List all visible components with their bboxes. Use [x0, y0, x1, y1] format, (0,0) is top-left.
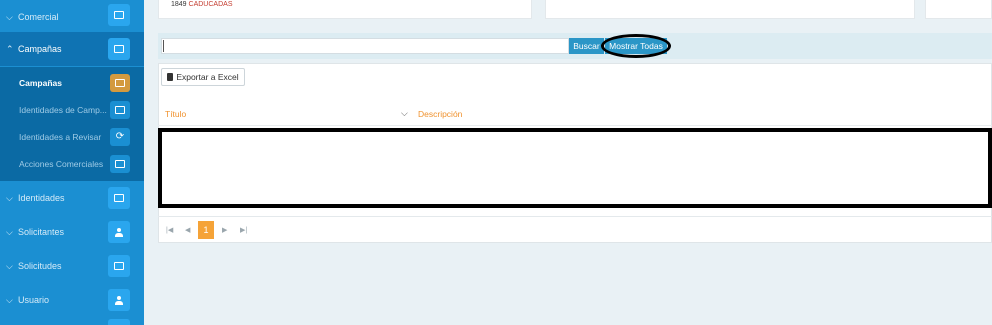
column-header-descripcion[interactable]: Descripción	[418, 109, 462, 119]
pager-divider	[158, 216, 992, 217]
chevron-down-icon: ⌵	[6, 260, 13, 271]
file-excel-icon	[167, 73, 174, 81]
sidebar-item-identidades[interactable]: ⌵ Identidades	[0, 181, 144, 215]
summary-card: 1849 CADUCADAS	[158, 0, 532, 19]
sidebar-item-usuario[interactable]: ⌵ Usuario	[0, 283, 144, 317]
sidebar-item-solicitantes[interactable]: ⌵ Solicitantes	[0, 215, 144, 249]
id-card-icon	[110, 154, 130, 173]
export-excel-button[interactable]: Exportar a Excel	[161, 68, 245, 86]
sidebar-subitem-acciones-comerciales[interactable]: Acciones Comerciales	[0, 150, 144, 177]
sidebar-item-comercial[interactable]: ⌵ Comercial	[0, 0, 144, 34]
chevron-down-icon: ⌵	[6, 192, 13, 203]
header-divider	[158, 125, 992, 126]
chevron-down-icon[interactable]: ⌵	[401, 108, 408, 119]
summary-card	[545, 0, 915, 19]
last-page-icon[interactable]: ▶|	[240, 226, 247, 234]
sidebar-item-solicitudes[interactable]: ⌵ Solicitudes	[0, 249, 144, 283]
export-excel-label: Exportar a Excel	[176, 72, 239, 82]
ticket-icon	[108, 255, 130, 277]
sidebar-subitem-campanas[interactable]: Campañas	[0, 69, 144, 96]
summary-card	[925, 0, 992, 19]
search-input[interactable]	[161, 38, 569, 54]
sidebar-item-partial	[0, 317, 144, 325]
megaphone-icon	[108, 38, 130, 60]
id-card-icon	[108, 187, 130, 209]
chevron-down-icon: ⌵	[6, 11, 13, 22]
buscar-button[interactable]: Buscar	[569, 38, 604, 54]
grid-body-empty	[158, 128, 992, 208]
next-page-icon[interactable]: ▶	[222, 226, 227, 234]
user-icon	[108, 289, 130, 311]
first-page-icon[interactable]: |◀	[166, 226, 173, 234]
users-icon	[108, 221, 130, 243]
briefcase-icon	[108, 4, 130, 26]
refresh-icon: ⟳	[110, 127, 130, 146]
prev-page-icon[interactable]: ◀	[185, 226, 190, 234]
highlight-annotation	[601, 34, 671, 58]
sidebar-subitem-identidades-campana[interactable]: Identidades de Camp...	[0, 96, 144, 123]
sidebar-subitem-label: Identidades de Camp...	[19, 104, 107, 115]
summary-status: CADUCADAS	[188, 1, 233, 8]
sidebar: ⌵ Comercial ⌃ Campañas Campañas Identida…	[0, 0, 144, 325]
menu-icon	[108, 319, 130, 325]
card-icon	[110, 73, 130, 92]
id-card-icon	[110, 100, 130, 119]
chevron-down-icon: ⌵	[6, 294, 13, 305]
chevron-down-icon: ⌵	[6, 226, 13, 237]
sidebar-submenu: Campañas Identidades de Camp... Identida…	[0, 67, 144, 181]
text-caret	[163, 40, 164, 52]
summary-card-text: 1849 CADUCADAS	[171, 1, 232, 8]
sidebar-subitem-identidades-revisar[interactable]: Identidades a Revisar ⟳	[0, 123, 144, 150]
column-header-titulo[interactable]: Título	[165, 109, 186, 119]
summary-count: 1849	[171, 1, 187, 8]
sidebar-subitem-label: Campañas	[19, 77, 62, 88]
page-current[interactable]: 1	[198, 221, 214, 239]
sidebar-subitem-label: Acciones Comerciales	[19, 158, 104, 169]
chevron-up-icon: ⌃	[6, 43, 14, 54]
sidebar-subitem-label: Identidades a Revisar	[19, 131, 102, 142]
pager: |◀ ◀ 1 ▶ ▶|	[158, 218, 992, 242]
sidebar-item-campanas[interactable]: ⌃ Campañas	[0, 32, 144, 66]
